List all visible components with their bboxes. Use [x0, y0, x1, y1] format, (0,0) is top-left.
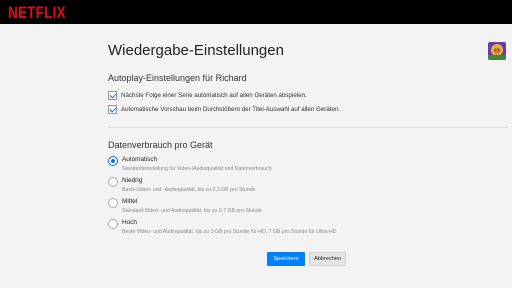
checkbox-checked-icon[interactable]	[108, 90, 117, 100]
profile-avatar-icon[interactable]	[488, 42, 506, 60]
netflix-logo[interactable]: NETFLIX	[8, 3, 66, 22]
radio-description: Beste Video- und Audioqualität, bis zu 3…	[122, 229, 337, 235]
cancel-button[interactable]: Abbrechen	[309, 252, 346, 266]
radio-label: Hoch	[122, 219, 137, 226]
radio-description: Standard-Video- und Audioqualität, bis z…	[122, 208, 262, 214]
checkbox-checked-icon[interactable]	[108, 104, 117, 114]
radio-selected-icon[interactable]	[108, 156, 118, 166]
save-button[interactable]: Speichern	[267, 252, 305, 266]
radio-label: Niedrig	[122, 177, 143, 184]
radio-label: Mittel	[122, 198, 138, 205]
data-usage-heading: Datenverbrauch pro Gerät	[108, 140, 213, 150]
radio-label: Automatisch	[122, 156, 158, 163]
section-divider	[108, 127, 508, 128]
top-bar: NETFLIX	[0, 0, 512, 24]
autoplay-previews-option[interactable]: Automatische Vorschau beim Durchstöbern …	[108, 104, 340, 114]
page-title: Wiedergabe-Einstellungen	[108, 42, 284, 59]
radio-unselected-icon[interactable]	[108, 177, 118, 187]
radio-unselected-icon[interactable]	[108, 219, 118, 229]
autoplay-heading: Autoplay-Einstellungen für Richard	[108, 73, 247, 83]
radio-unselected-icon[interactable]	[108, 198, 118, 208]
radio-description: Basis-Video- und -Audioqualität, bis zu …	[122, 187, 256, 193]
radio-description: Standardeinstellung für Video-/Audioqual…	[122, 166, 272, 172]
checkbox-label: Automatische Vorschau beim Durchstöbern …	[121, 105, 341, 113]
checkbox-label: Nächste Folge einer Serie automatisch au…	[121, 91, 307, 99]
autoplay-next-episode-option[interactable]: Nächste Folge einer Serie automatisch au…	[108, 90, 307, 100]
